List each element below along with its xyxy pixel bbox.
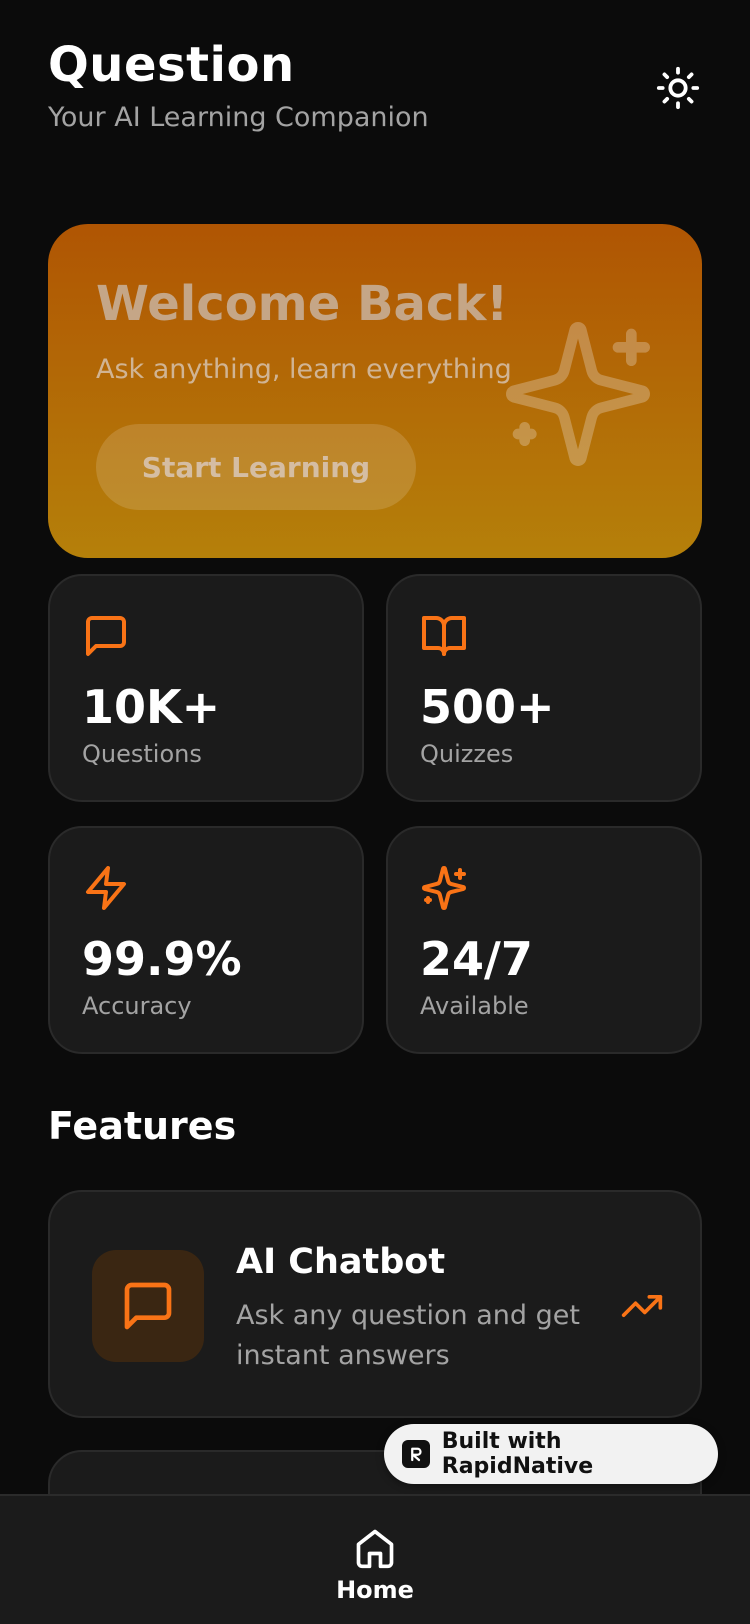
start-learning-button[interactable]: Start Learning (96, 424, 416, 510)
welcome-hero-card: Welcome Back! Ask anything, learn everyt… (48, 224, 702, 558)
feature-title: AI Chatbot (236, 1242, 446, 1282)
badge-text: Built with RapidNative (441, 1429, 594, 1479)
stat-card-available: 24/7 Available (386, 826, 702, 1054)
sparkles-icon (506, 322, 651, 466)
stat-value: 500+ (420, 680, 555, 734)
stat-value: 99.9% (82, 932, 242, 986)
stat-label: Questions (82, 740, 202, 768)
feature-card-ai-chatbot[interactable]: AI Chatbot Ask any question and get inst… (48, 1190, 702, 1418)
book-open-icon (422, 616, 466, 656)
trending-up-icon (621, 1295, 663, 1317)
hero-subtitle: Ask anything, learn everything (96, 354, 512, 385)
rapidnative-logo-icon (402, 1440, 430, 1468)
stat-value: 10K+ (82, 680, 221, 734)
built-with-badge[interactable]: Built with RapidNative (384, 1424, 718, 1484)
stat-card-questions: 10K+ Questions (48, 574, 364, 802)
theme-toggle-button[interactable] (654, 64, 702, 112)
home-icon (356, 1529, 394, 1569)
stat-label: Quizzes (420, 740, 514, 768)
stat-card-quizzes: 500+ Quizzes (386, 574, 702, 802)
nav-label-home: Home (336, 1576, 414, 1604)
stat-value: 24/7 (420, 932, 533, 986)
features-section-title: Features (48, 1104, 237, 1148)
app-title: Question (48, 37, 295, 93)
nav-item-home[interactable]: Home (325, 1526, 425, 1624)
stat-label: Accuracy (82, 992, 192, 1020)
stat-label: Available (420, 992, 529, 1020)
stat-card-accuracy: 99.9% Accuracy (48, 826, 364, 1054)
feature-icon-box (92, 1250, 204, 1362)
sun-icon (656, 66, 700, 110)
message-square-icon (86, 616, 126, 656)
message-square-icon (124, 1282, 172, 1330)
app-subtitle: Your AI Learning Companion (48, 102, 429, 133)
hero-title: Welcome Back! (96, 276, 509, 332)
zap-icon (86, 866, 126, 910)
bottom-navigation: Home (0, 1494, 750, 1624)
feature-description: Ask any question and get instant answers (236, 1300, 580, 1371)
header: Question Your AI Learning Companion (48, 36, 702, 146)
sparkles-icon (422, 866, 466, 910)
